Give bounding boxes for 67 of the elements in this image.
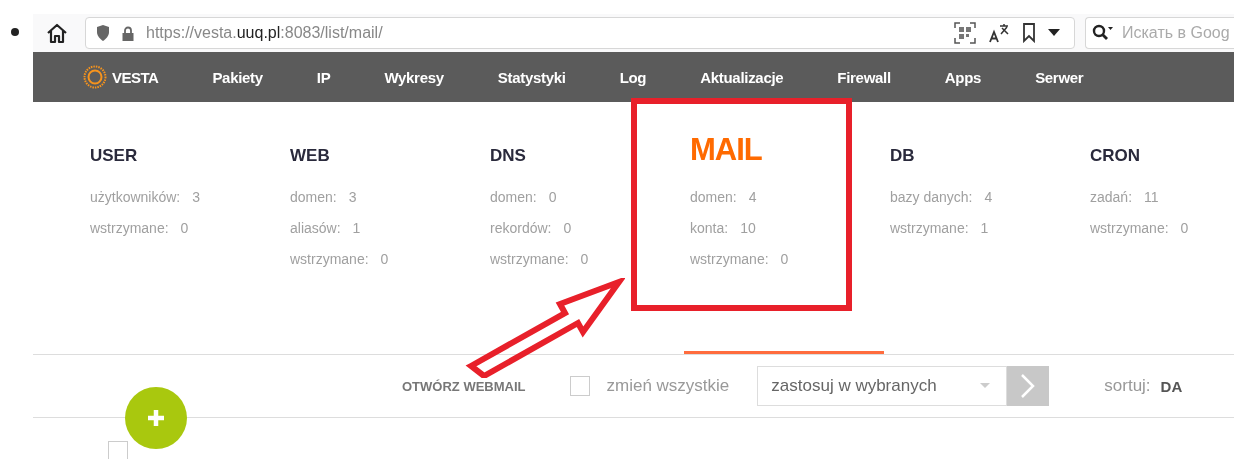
stat-label: konta: [690,219,729,236]
stat-label: wstrzymane: [490,250,569,267]
sort-label: sortuj: [1104,376,1151,396]
chevron-right-icon [1020,373,1037,399]
bullet-icon [11,28,19,36]
translate-icon[interactable] [988,23,1010,43]
stat-label: domen: [490,188,537,205]
logo-icon [83,65,107,89]
search-box[interactable]: Искать в Goog [1085,17,1234,49]
stat-value: 10 [740,219,756,236]
nav-link[interactable]: Firewall [837,68,891,86]
stat-value: 0 [780,250,789,267]
stats-tab[interactable]: CRON zadań: 11 wstrzymane: 0 [1090,102,1234,354]
stats-tab[interactable]: WEB domen: 3 aliasów: 1 wstrzymane: 0 [290,102,490,354]
stat-value: 0 [563,219,572,236]
stat-value: 1 [980,219,989,236]
search-icon [1092,24,1114,42]
nav-link[interactable]: Pakiety [212,68,263,86]
checkbox[interactable] [108,441,128,459]
checkbox[interactable] [570,376,591,396]
stat-label: domen: [690,188,737,205]
stats-tab[interactable]: DNS domen: 0 rekordów: 0 wstrzymane: 0 [490,102,690,354]
stats-tab[interactable]: DB bazy danych: 4 wstrzymane: 1 [890,102,1090,354]
stat-value: 0 [180,219,189,236]
stat-value: 0 [380,250,389,267]
open-webmail-link[interactable]: OTWÓRZ WEBMAIL [402,378,526,394]
stat-value: 0 [548,188,557,205]
lock-icon [122,25,134,41]
stat-label: aliasów: [290,219,341,236]
stat-label: rekordów: [490,219,552,236]
nav-link[interactable]: Statystyki [497,68,566,86]
logo-text[interactable]: VESTA [112,68,159,86]
nav-link[interactable]: Wykresy [384,68,444,86]
nav-link[interactable]: Serwer [1035,68,1084,86]
stat-value: 11 [1144,188,1159,205]
stat-value: 3 [348,188,357,205]
url-text: https://vesta.uuq.pl:8083/list/mail/ [146,24,383,42]
nav-link[interactable]: Apps [944,68,982,86]
stat-label: bazy danych: [890,188,973,205]
stat-value: 4 [748,188,757,205]
search-field[interactable]: Искать в Goog [1122,24,1234,42]
stat-label: wstrzymane: [690,250,769,267]
sort-option[interactable]: DA [1160,377,1183,395]
stat-label: użytkowników: [90,188,181,205]
stat-value: 0 [580,250,589,267]
address-bar[interactable]: https://vesta.uuq.pl:8083/list/mail/ [85,17,1075,49]
stat-value: 4 [984,188,993,205]
stat-label: wstrzymane: [290,250,369,267]
action-select[interactable]: zastosuj w wybranych [757,366,1008,406]
stat-value: 0 [1180,219,1189,236]
bookmark-icon[interactable] [1022,23,1036,43]
stat-label: domen: [290,188,337,205]
nav-link[interactable]: IP [316,68,331,86]
stat-value: 1 [352,219,361,236]
nav-link[interactable]: Log [619,68,647,86]
plus-icon [146,408,166,428]
stat-label: wstrzymane: [90,219,169,236]
shield-icon [96,25,110,41]
stat-label: wstrzymane: [1090,219,1169,236]
stat-value: 3 [192,188,201,205]
dropdown-caret-icon[interactable] [1048,29,1060,37]
qr-code-icon[interactable] [954,22,976,44]
caret-icon [980,383,991,389]
stat-label: zadań: [1090,188,1133,205]
home-icon[interactable] [45,22,69,44]
stat-label: wstrzymane: [890,219,969,236]
nav-link[interactable]: Aktualizacje [700,68,784,86]
